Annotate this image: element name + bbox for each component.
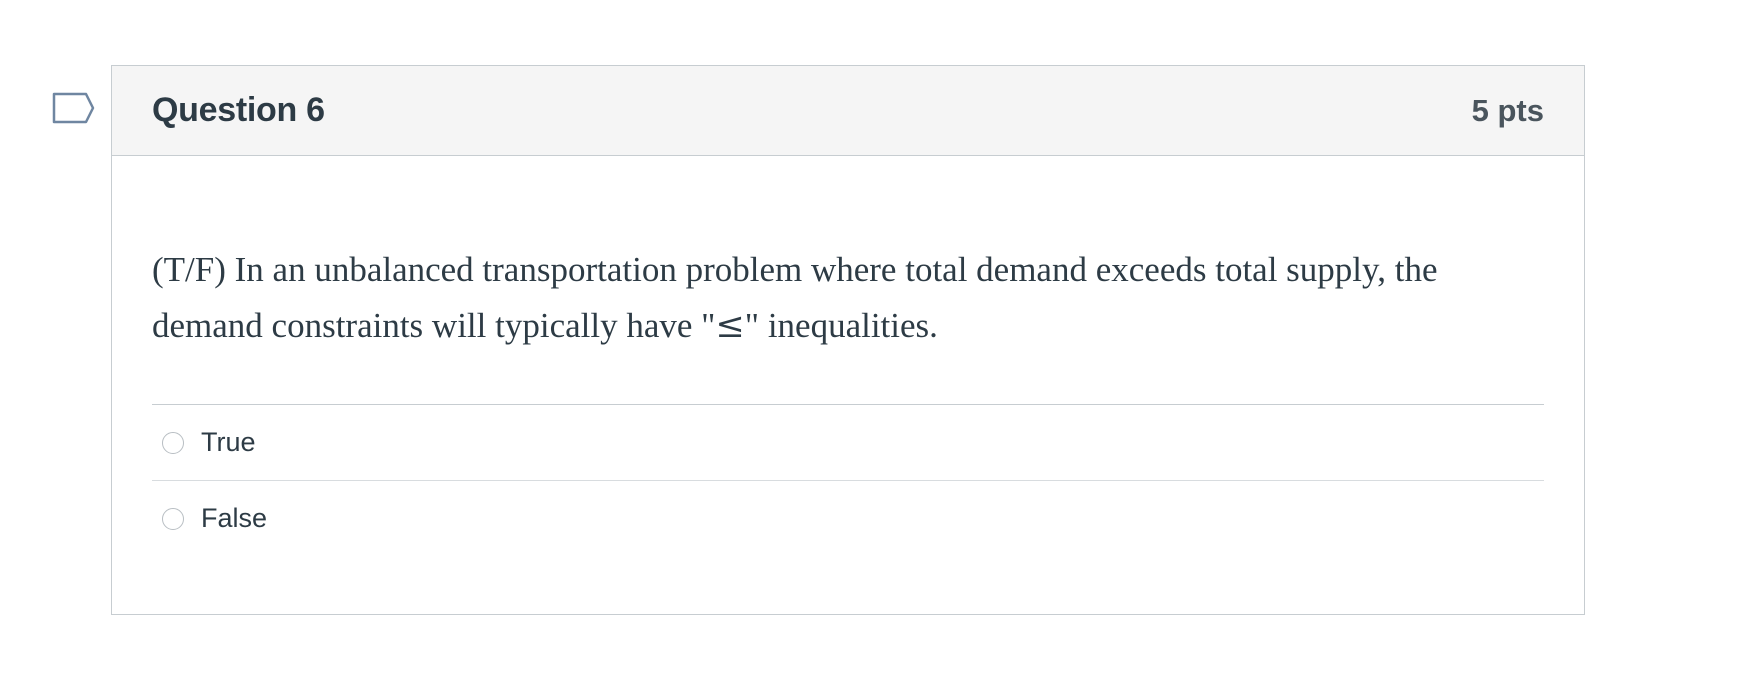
question-points: 5 pts: [1471, 92, 1544, 128]
question-header: Question 6 5 pts: [112, 66, 1584, 156]
question-card: Question 6 5 pts (T/F) In an unbalanced …: [111, 65, 1585, 615]
question-body: (T/F) In an unbalanced transportation pr…: [112, 156, 1584, 556]
question-text-end: " inequalities.: [744, 306, 938, 345]
answer-option-true[interactable]: True: [152, 405, 1544, 481]
question-title: Question 6: [152, 91, 325, 129]
flag-question-icon[interactable]: [52, 92, 96, 128]
answer-label[interactable]: True: [201, 427, 256, 458]
radio-button[interactable]: [162, 507, 184, 530]
less-equal-symbol: ≤: [715, 306, 745, 346]
question-text: (T/F) In an unbalanced transportation pr…: [152, 156, 1544, 404]
answer-list: True False: [152, 404, 1544, 556]
radio-button[interactable]: [162, 431, 184, 454]
answer-option-false[interactable]: False: [152, 481, 1544, 556]
answer-label[interactable]: False: [201, 503, 267, 534]
